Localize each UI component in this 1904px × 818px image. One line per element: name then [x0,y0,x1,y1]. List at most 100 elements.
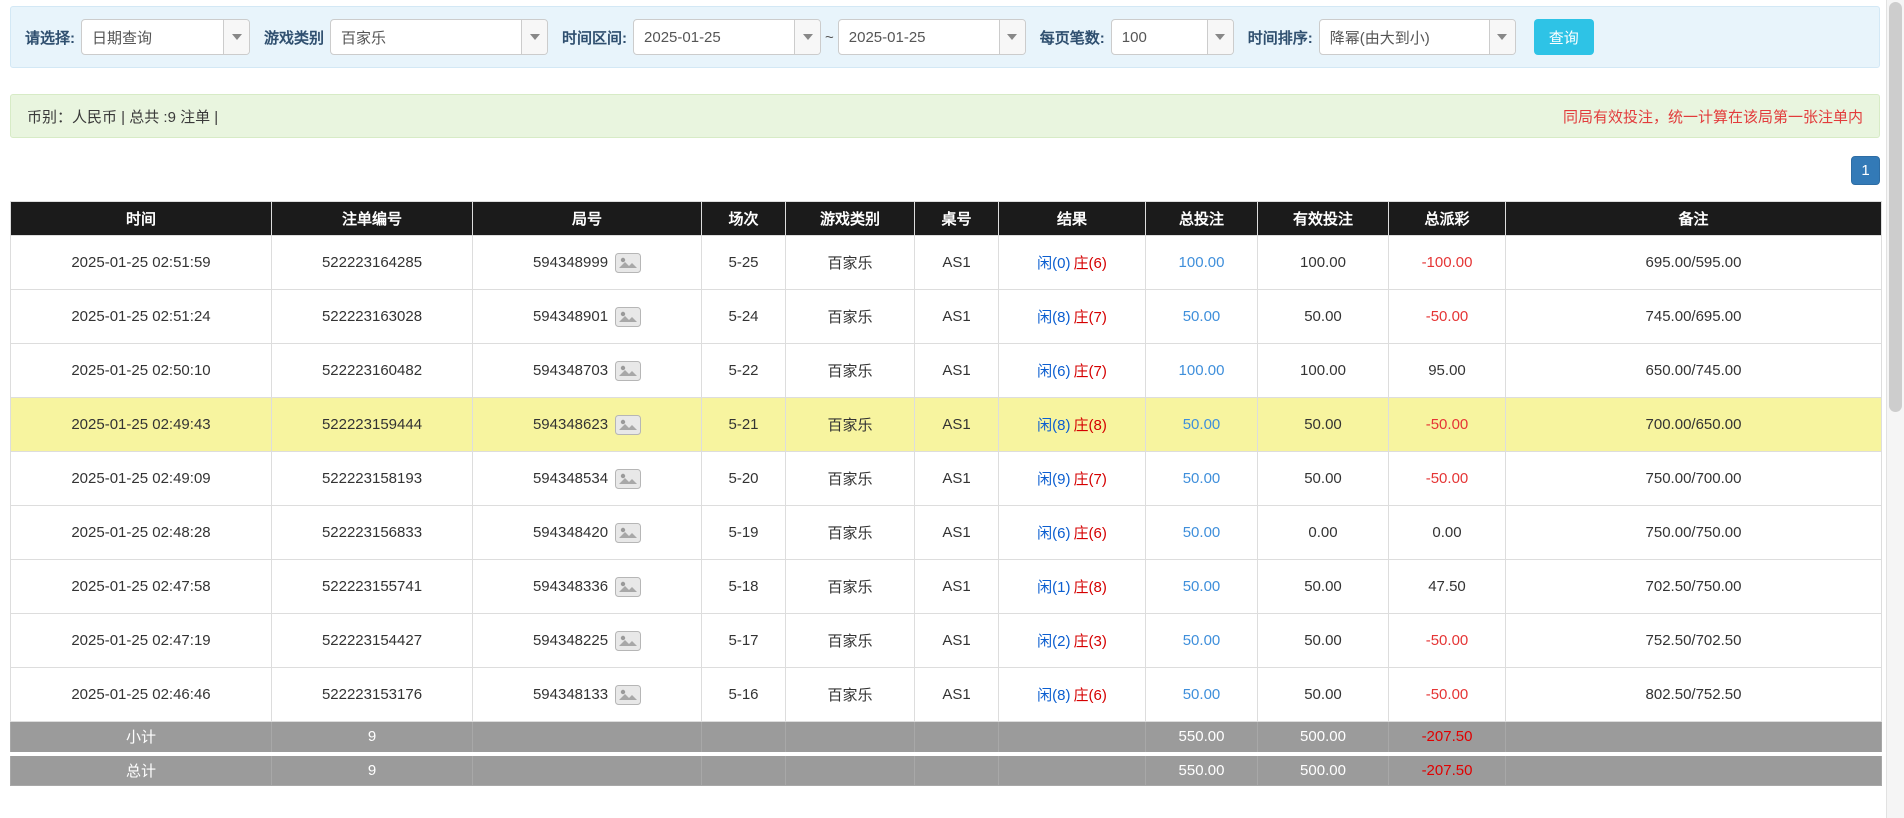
session-cell: 5-21 [701,397,786,452]
note-cell: 702.50/750.00 [1505,559,1882,614]
chevron-down-icon [802,34,813,40]
table-number-cell: AS1 [914,397,999,452]
page-size-value: 100 [1121,28,1147,46]
round-cell: 594348901 [472,289,702,344]
time-sort-select[interactable]: 降幂(由大到小) [1318,19,1516,55]
result-cell: 闲(9) 庄(7) [998,451,1146,506]
result-banker: 庄(7) [1073,363,1107,380]
subtotal-valid-bet: 500.00 [1257,721,1389,756]
game-category-cell: 百家乐 [785,451,915,506]
payout-cell: -50.00 [1388,667,1506,722]
total-bet-cell[interactable]: 100.00 [1145,343,1258,398]
game-category-cell: 百家乐 [785,289,915,344]
date-to-value: 2025-01-25 [848,28,926,46]
note-cell: 750.00/700.00 [1505,451,1882,506]
table-row: 2025-01-25 02:47:58 522223155741 5943483… [10,559,1882,614]
total-bet-cell[interactable]: 50.00 [1145,397,1258,452]
total-bet-cell[interactable]: 50.00 [1145,667,1258,722]
round-id: 594348420 [532,524,609,541]
result-cell: 闲(1) 庄(8) [998,559,1146,614]
chevron-down-icon[interactable] [1206,20,1233,54]
table-number-cell: AS1 [914,343,999,398]
chevron-down-icon[interactable] [998,20,1025,54]
result-player: 闲(2) [1037,633,1071,650]
game-category-label: 游戏类别 [264,29,325,47]
result-player: 闲(8) [1037,687,1071,704]
table-row: 2025-01-25 02:47:19 522223154427 5943482… [10,613,1882,668]
note-cell: 695.00/595.00 [1505,235,1882,290]
scrollbar-thumb[interactable] [1889,2,1902,412]
date-to-input[interactable]: 2025-01-25 [837,19,1026,55]
time-cell: 2025-01-25 02:51:24 [10,289,272,344]
empty-cell [998,721,1146,756]
chevron-down-icon[interactable] [223,20,249,54]
column-header: 场次 [701,201,786,236]
date-range-label: 时间区间: [562,29,628,47]
chevron-down-icon[interactable] [794,20,821,54]
session-cell: 5-19 [701,505,786,560]
summary-bar: 币别：人民币 | 总共 :9 注单 | 同局有效投注，统一计算在该局第一张注单内 [10,94,1880,138]
round-snapshot-icon[interactable] [615,576,642,597]
query-type-select[interactable]: 日期查询 [81,19,250,55]
page-button-1[interactable]: 1 [1851,156,1880,185]
round-cell: 594348623 [472,397,702,452]
total-bet-cell[interactable]: 50.00 [1145,559,1258,614]
valid-bet-cell: 50.00 [1257,559,1389,614]
column-header: 注单编号 [271,201,473,236]
empty-cell [1505,753,1882,786]
total-bet-cell[interactable]: 50.00 [1145,289,1258,344]
total-bet-cell[interactable]: 50.00 [1145,613,1258,668]
result-player: 闲(8) [1037,417,1071,434]
bet-id-cell: 522223164285 [271,235,473,290]
bet-records-table: 时间 注单编号 局号 场次 游戏类别 桌号 结果 总投注 有效投注 总派彩 备注 2025-01-2… [10,201,1882,786]
round-snapshot-icon[interactable] [615,360,642,381]
table-number-cell: AS1 [914,667,999,722]
round-snapshot-icon[interactable] [615,630,642,651]
session-cell: 5-25 [701,235,786,290]
total-bet-cell[interactable]: 50.00 [1145,451,1258,506]
table-row: 2025-01-25 02:51:59 522223164285 5943489… [10,235,1882,290]
result-banker: 庄(7) [1073,471,1107,488]
total-bet-cell[interactable]: 100.00 [1145,235,1258,290]
column-header: 有效投注 [1257,201,1389,236]
total-bet-cell[interactable]: 50.00 [1145,505,1258,560]
total-count: 9 [271,753,473,786]
game-category-select[interactable]: 百家乐 [330,19,549,55]
date-from-input[interactable]: 2025-01-25 [633,19,822,55]
same-round-notice-text: 同局有效投注，统一计算在该局第一张注单内 [1562,108,1863,126]
payout-cell: -50.00 [1388,613,1506,668]
result-banker: 庄(3) [1073,633,1107,650]
round-snapshot-icon[interactable] [615,306,642,327]
vertical-scrollbar[interactable] [1886,0,1904,818]
query-type-label: 请选择: [25,29,75,47]
result-cell: 闲(6) 庄(7) [998,343,1146,398]
bet-id-cell: 522223163028 [271,289,473,344]
chevron-down-icon[interactable] [521,20,548,54]
round-snapshot-icon[interactable] [615,522,642,543]
total-label: 总计 [10,753,272,786]
time-cell: 2025-01-25 02:47:19 [10,613,272,668]
round-id: 594348901 [532,308,609,325]
total-total-bet: 550.00 [1145,753,1258,786]
round-snapshot-icon[interactable] [615,684,642,705]
note-cell: 700.00/650.00 [1505,397,1882,452]
time-cell: 2025-01-25 02:47:58 [10,559,272,614]
result-banker: 庄(7) [1073,309,1107,326]
page-size-select[interactable]: 100 [1110,19,1234,55]
result-player: 闲(1) [1037,579,1071,596]
column-header: 总投注 [1145,201,1258,236]
round-cell: 594348999 [472,235,702,290]
search-button[interactable]: 查询 [1533,19,1594,55]
bet-id-cell: 522223159444 [271,397,473,452]
round-id: 594348534 [532,470,609,487]
round-snapshot-icon[interactable] [615,414,642,435]
result-cell: 闲(0) 庄(6) [998,235,1146,290]
bet-id-cell: 522223155741 [271,559,473,614]
bet-id-cell: 522223154427 [271,613,473,668]
query-type-value: 日期查询 [92,29,153,47]
chevron-down-icon[interactable] [1488,20,1515,54]
valid-bet-cell: 50.00 [1257,451,1389,506]
round-snapshot-icon[interactable] [615,468,642,489]
result-banker: 庄(8) [1073,417,1107,434]
round-snapshot-icon[interactable] [615,252,642,273]
